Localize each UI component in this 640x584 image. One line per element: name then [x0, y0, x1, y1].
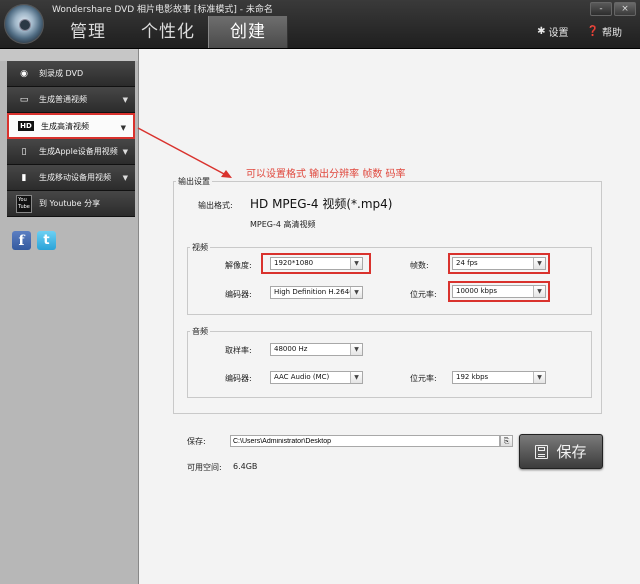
chevron-down-icon: ▼: [350, 344, 362, 355]
audio-encoder-select[interactable]: AAC Audio (MC) ▼: [270, 371, 363, 384]
chevron-down-icon: ▼: [350, 372, 362, 383]
save-path-label: 保存:: [187, 437, 206, 446]
save-path-input[interactable]: [230, 435, 500, 447]
audio-bitrate-label: 位元率:: [410, 374, 437, 383]
video-bitrate-label: 位元率:: [410, 290, 437, 299]
browse-folder-button[interactable]: ⎘: [500, 435, 513, 447]
chevron-down-icon: ▼: [533, 372, 545, 383]
video-encoder-label: 编码器:: [225, 290, 252, 299]
video-group-title: 视频: [190, 242, 210, 253]
chevron-down-icon: ▼: [533, 286, 545, 297]
resolution-label: 解像度:: [225, 261, 252, 270]
chevron-down-icon: ▼: [350, 287, 362, 298]
audio-bitrate-select[interactable]: 192 kbps ▼: [452, 371, 546, 384]
audio-encoder-label: 编码器:: [225, 374, 252, 383]
save-button[interactable]: 保存: [519, 434, 603, 469]
video-bitrate-select[interactable]: 10000 kbps ▼: [452, 285, 546, 298]
chevron-down-icon: ▼: [350, 258, 362, 269]
chevron-down-icon: ▼: [533, 258, 545, 269]
format-description: MPEG-4 高清视频: [250, 220, 316, 229]
audio-group-title: 音频: [190, 326, 210, 337]
resolution-select[interactable]: 1920*1080 ▼: [270, 257, 363, 270]
audio-group: [187, 331, 592, 398]
free-space-value: 6.4GB: [233, 462, 258, 471]
app-window: Wondershare DVD 相片电影故事 [标准模式] - 未命名 - × …: [0, 0, 640, 584]
free-space-label: 可用空间:: [187, 463, 222, 472]
format-value: HD MPEG-4 视频(*.mp4): [250, 197, 393, 211]
samplerate-label: 取样率:: [225, 346, 252, 355]
framerate-select[interactable]: 24 fps ▼: [452, 257, 546, 270]
framerate-label: 帧数:: [410, 261, 429, 270]
output-settings-title: 输出设置: [176, 176, 212, 187]
save-button-label: 保存: [556, 443, 587, 461]
video-encoder-select[interactable]: High Definition H.264(MC) ▼: [270, 286, 363, 299]
floppy-disk-icon: [535, 444, 549, 459]
samplerate-select[interactable]: 48000 Hz ▼: [270, 343, 363, 356]
format-label: 输出格式:: [198, 201, 233, 210]
